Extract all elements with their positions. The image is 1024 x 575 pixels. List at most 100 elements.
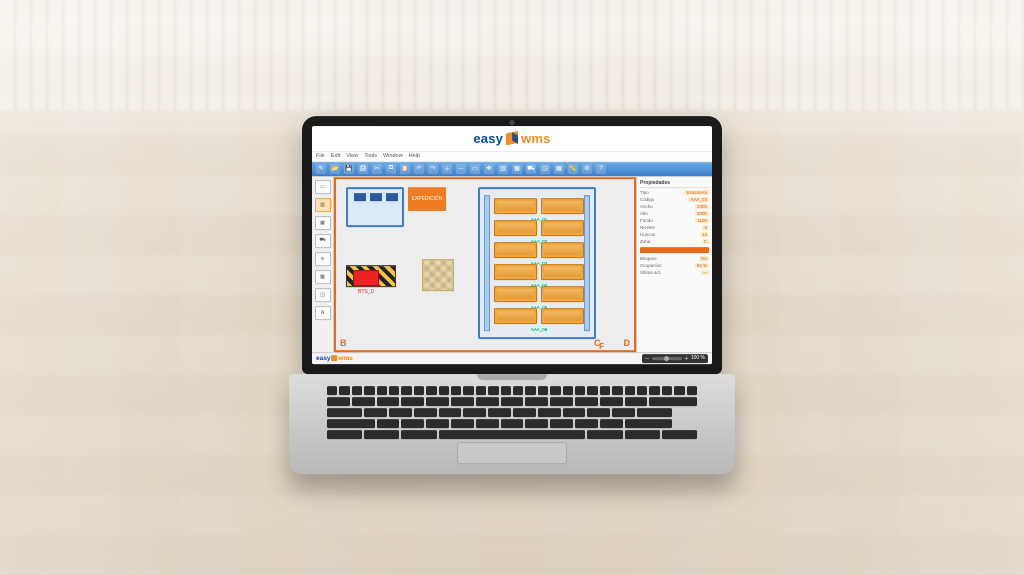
workspace: ▭ ▥ ▦ ⛟ ≋ ▩ ◲ A EXPEDICIÓN BTS_D	[312, 176, 712, 352]
menu-tools[interactable]: Tools	[364, 153, 377, 159]
toolbar[interactable]: ✎ 📂 💾 🖨 ✂ ⧉ 📋 ↶ ↷ ＋ － ▭ ✥ ▥ ▦ ⛟ ◲ ▦ 📏 ⚙	[312, 162, 712, 176]
rack-row[interactable]: AAA_01	[494, 197, 584, 215]
rack-row[interactable]: AAA_06	[494, 307, 584, 325]
properties-panel[interactable]: Propiedades TipoEstantería CódigoAAA_03 …	[636, 177, 712, 352]
prop-row: TipoEstantería	[640, 190, 709, 195]
zoom-plus-icon[interactable]: ＋	[684, 355, 689, 362]
tb-zone-icon[interactable]: ◲	[540, 164, 550, 174]
rack-cell[interactable]	[494, 264, 537, 280]
rack-cell[interactable]	[541, 242, 584, 258]
prop-row: Niveles6	[640, 225, 709, 230]
statusbar-brand-part2: wms	[338, 355, 352, 362]
prop-row: ZonaC	[640, 239, 709, 244]
menubar[interactable]: File Edit View Tools Window Help	[312, 152, 712, 162]
prop-color-swatch[interactable]	[640, 247, 709, 253]
rack-pillar-right	[584, 195, 590, 331]
rack-block[interactable]: AAA_01 AAA_02 AAA_03	[478, 187, 596, 339]
tb-move-icon[interactable]: ✥	[484, 164, 494, 174]
expedition-zone[interactable]: EXPEDICIÓN	[408, 187, 446, 211]
rack-cell[interactable]	[494, 308, 537, 324]
prop-row: Huecos12	[640, 232, 709, 237]
tb-copy-icon[interactable]: ⧉	[386, 164, 396, 174]
laptop-deck	[289, 374, 735, 474]
rack-cell[interactable]	[494, 242, 537, 258]
axis-marker-b: B	[340, 338, 347, 348]
rack-cell[interactable]	[494, 198, 537, 214]
webcam-dot	[510, 120, 515, 125]
tb-grid-icon[interactable]: ▦	[554, 164, 564, 174]
tb-dock-icon[interactable]: ⛟	[526, 164, 536, 174]
zoom-control[interactable]: － ＋ 100 %	[642, 354, 708, 363]
rack-row[interactable]: AAA_03	[494, 241, 584, 259]
palette-label-icon[interactable]: A	[315, 306, 331, 320]
pallet-area[interactable]	[422, 259, 454, 291]
tb-measure-icon[interactable]: 📏	[568, 164, 578, 174]
rack-cell[interactable]	[541, 286, 584, 302]
keyboard	[327, 386, 697, 439]
rack-cell[interactable]	[494, 220, 537, 236]
palette-buffer-icon[interactable]: ▩	[315, 270, 331, 284]
prop-row: CódigoAAA_03	[640, 197, 709, 202]
rack-cell[interactable]	[541, 308, 584, 324]
zoom-minus-icon[interactable]: －	[645, 355, 650, 362]
tb-open-icon[interactable]: 📂	[330, 164, 340, 174]
rack-row[interactable]: AAA_04	[494, 263, 584, 281]
tb-zoomout-icon[interactable]: －	[456, 164, 466, 174]
palette-conveyor-icon[interactable]: ≋	[315, 252, 331, 266]
buffer-label: BTS_D	[358, 289, 374, 295]
brand-part2: wms	[521, 131, 551, 146]
rack-row[interactable]: AAA_02	[494, 219, 584, 237]
rack-cell[interactable]	[541, 220, 584, 236]
tb-settings-icon[interactable]: ⚙	[582, 164, 592, 174]
axis-marker-f: F	[599, 342, 604, 351]
layout-canvas[interactable]: EXPEDICIÓN BTS_D AAA_01	[338, 181, 632, 348]
rack-cell[interactable]	[494, 286, 537, 302]
tb-save-icon[interactable]: 💾	[344, 164, 354, 174]
rack-row[interactable]: AAA_05	[494, 285, 584, 303]
prop-row: Última act.—	[640, 270, 709, 275]
properties-header: Propiedades	[640, 180, 709, 188]
brand-part1: easy	[473, 131, 503, 146]
rack-pillar-left	[484, 195, 490, 331]
tb-zoomin-icon[interactable]: ＋	[442, 164, 452, 174]
tb-cut-icon[interactable]: ✂	[372, 164, 382, 174]
tb-pallet-icon[interactable]: ▦	[512, 164, 522, 174]
statusbar-brand-part1: easy	[316, 355, 330, 362]
buffer-zone[interactable]	[346, 265, 396, 287]
laptop-mockup: easy wms File Edit View Tools Window Hel…	[302, 116, 722, 474]
prop-row: Ocupación83 %	[640, 263, 709, 268]
app-screen: easy wms File Edit View Tools Window Hel…	[312, 126, 712, 364]
rack-cell[interactable]	[541, 264, 584, 280]
brand-logo: easy wms	[473, 131, 550, 146]
tb-rack-icon[interactable]: ▥	[498, 164, 508, 174]
menu-view[interactable]: View	[346, 153, 358, 159]
prop-row: Alto8000	[640, 211, 709, 216]
menu-help[interactable]: Help	[409, 153, 420, 159]
dock-gates-zone[interactable]	[346, 187, 404, 227]
palette-rack-icon[interactable]: ▥	[315, 198, 331, 212]
menu-edit[interactable]: Edit	[331, 153, 340, 159]
palette-zone-icon[interactable]: ◲	[315, 288, 331, 302]
palette-dock-icon[interactable]: ⛟	[315, 234, 331, 248]
zoom-slider[interactable]	[652, 357, 682, 360]
palette-select-icon[interactable]: ▭	[315, 180, 331, 194]
prop-row: BloqueoNo	[640, 256, 709, 261]
zoom-value: 100 %	[691, 355, 705, 361]
tool-palette[interactable]: ▭ ▥ ▦ ⛟ ≋ ▩ ◲ A	[312, 177, 334, 352]
menu-window[interactable]: Window	[383, 153, 403, 159]
palette-pallet-icon[interactable]: ▦	[315, 216, 331, 230]
rack-cell[interactable]	[541, 198, 584, 214]
statusbar-brand-cube-icon	[331, 355, 337, 361]
brand-cube-icon	[506, 132, 518, 144]
tb-help-icon[interactable]: ?	[596, 164, 606, 174]
tb-undo-icon[interactable]: ↶	[414, 164, 424, 174]
tb-print-icon[interactable]: 🖨	[358, 164, 368, 174]
tb-paste-icon[interactable]: 📋	[400, 164, 410, 174]
titlebar: easy wms	[312, 126, 712, 152]
prop-row: Ancho2400	[640, 204, 709, 209]
menu-file[interactable]: File	[316, 153, 325, 159]
laptop-lid: easy wms File Edit View Tools Window Hel…	[302, 116, 722, 374]
tb-redo-icon[interactable]: ↷	[428, 164, 438, 174]
tb-select-icon[interactable]: ▭	[470, 164, 480, 174]
tb-new-icon[interactable]: ✎	[316, 164, 326, 174]
